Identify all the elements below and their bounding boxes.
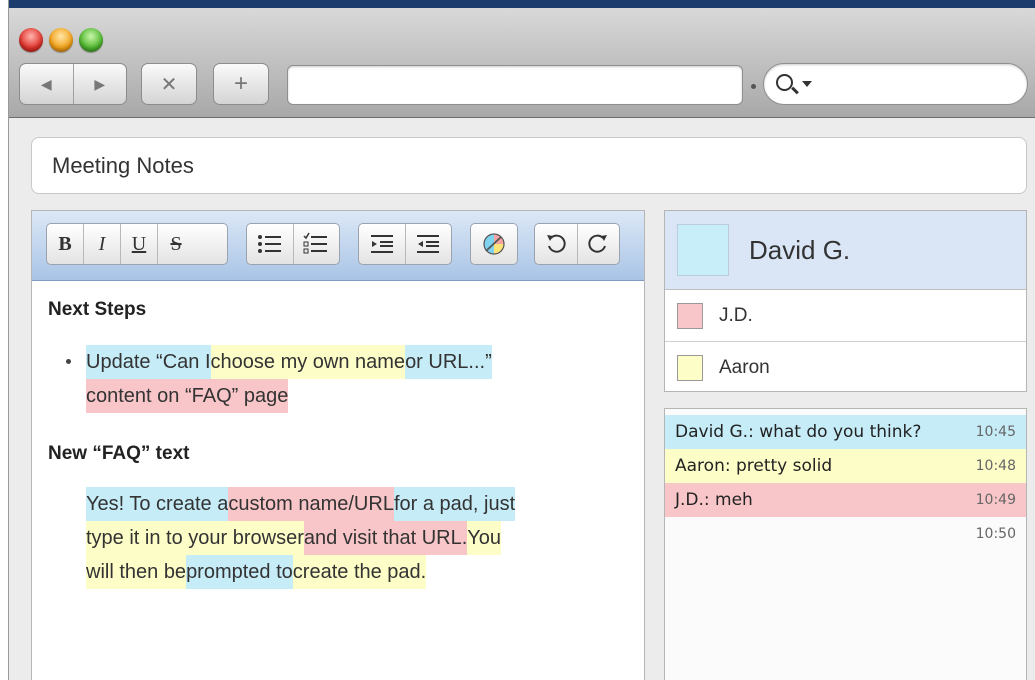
chat-message-text: J.D.: meh — [675, 490, 753, 510]
pad-title: Meeting Notes — [52, 152, 194, 178]
clear-authorship-cell — [471, 224, 517, 264]
chat-message: J.D.: meh 10:49 — [665, 483, 1026, 517]
format-group: B I U S — [46, 223, 228, 265]
stop-icon: ✕ — [160, 73, 178, 96]
user-row-aaron: Aaron — [665, 342, 1026, 393]
user-color-swatch — [677, 354, 703, 381]
user-color-swatch — [677, 303, 703, 329]
chat-message-text: Aaron: pretty solid — [675, 456, 833, 476]
new-tab-button[interactable]: + — [213, 63, 269, 105]
current-user-row[interactable]: David G. — [665, 211, 1026, 290]
authored-text-span: will then be — [86, 555, 187, 589]
chat-message-time: 10:49 — [975, 492, 1016, 508]
outdent-button[interactable] — [406, 224, 452, 264]
bullet-line-1: Update “Can I choose my own name or URL.… — [86, 345, 492, 379]
authored-text-span: choose my own name — [210, 345, 406, 379]
bulleted-list-button[interactable] — [247, 224, 294, 264]
redo-icon — [588, 234, 608, 253]
authored-text-span: create the pad. — [292, 555, 427, 589]
list-group — [246, 223, 340, 265]
underline-icon: U — [131, 232, 147, 255]
authored-text-span: You — [467, 521, 502, 555]
indent-icon — [370, 235, 393, 253]
paragraph-line-3: will then be prompted to create the pad. — [86, 555, 427, 589]
chat-message-time: 10:48 — [975, 458, 1016, 474]
back-arrow-icon: ◀ — [40, 75, 52, 92]
bold-icon: B — [58, 232, 72, 255]
indent-button[interactable] — [359, 224, 406, 264]
user-list: David G. J.D. Aaron — [664, 210, 1027, 392]
chat-message-time: 10:45 — [975, 424, 1016, 440]
address-bar[interactable] — [287, 65, 743, 105]
clear-authorship-button[interactable] — [470, 223, 518, 265]
url-separator — [751, 84, 756, 89]
paragraph-line-2: type it in to your browser and visit tha… — [86, 521, 502, 555]
bold-button[interactable]: B — [47, 224, 84, 264]
pad-title-field[interactable]: Meeting Notes — [31, 137, 1027, 194]
chat-message: Aaron: pretty solid 10:48 — [665, 449, 1026, 483]
indent-group — [358, 223, 452, 265]
forward-button[interactable]: ▶ — [74, 64, 127, 104]
search-dropdown-icon[interactable] — [802, 81, 812, 87]
strikethrough-icon: S — [170, 232, 182, 255]
stop-button[interactable]: ✕ — [141, 63, 197, 105]
user-name: J.D. — [719, 305, 753, 326]
user-row-jd: J.D. — [665, 291, 1026, 342]
close-window-button[interactable] — [19, 28, 43, 52]
authored-text-span: prompted to — [186, 555, 293, 589]
italic-button[interactable]: I — [84, 224, 121, 264]
back-button[interactable]: ◀ — [20, 64, 74, 104]
heading-faq-text: New “FAQ” text — [48, 443, 190, 464]
editor-toolbar: B I U S — [32, 211, 644, 281]
authored-text-span: custom name/URL — [228, 487, 394, 521]
current-user-name[interactable]: David G. — [749, 235, 850, 266]
paragraph-line-1: Yes! To create a custom name/URL for a p… — [86, 487, 516, 521]
forward-arrow-icon: ▶ — [94, 75, 106, 92]
authored-text-span: or URL...” — [405, 345, 492, 379]
authored-text-span: Update “Can I — [86, 345, 211, 379]
bullet-dot — [66, 359, 71, 364]
search-field[interactable] — [763, 63, 1028, 105]
authored-text-span: type it in to your browser — [86, 521, 304, 555]
bulleted-list-icon — [257, 235, 281, 253]
color-wheel-icon — [483, 233, 505, 255]
authored-text-span: content on “FAQ” page — [86, 379, 289, 413]
strikethrough-button[interactable]: S — [158, 224, 194, 264]
plus-icon: + — [233, 70, 248, 97]
checklist-icon — [303, 232, 328, 254]
checklist-button[interactable] — [294, 224, 340, 264]
heading-next-steps: Next Steps — [48, 299, 147, 320]
zoom-window-button[interactable] — [79, 28, 103, 52]
user-name: Aaron — [719, 356, 770, 378]
chat-message: David G.: what do you think? 10:45 — [665, 415, 1026, 449]
browser-window: ◀ ▶ ✕ + Meeting Notes B I U S Next Steps… — [8, 0, 1035, 680]
undo-icon — [546, 234, 566, 253]
browser-toolbar: ◀ ▶ ✕ + — [9, 0, 1035, 118]
authored-text-span: Yes! To create a — [86, 487, 229, 521]
chat-message-time: 10:50 — [975, 526, 1016, 542]
editor-pane: B I U S Next Steps Update “Can Ichoose m… — [31, 210, 645, 680]
underline-button[interactable]: U — [121, 224, 158, 264]
bullet-line-2: content on “FAQ” page — [86, 379, 289, 413]
current-user-color-swatch[interactable] — [677, 224, 729, 276]
back-forward-group: ◀ ▶ — [19, 63, 127, 105]
redo-button[interactable] — [578, 224, 620, 264]
italic-icon: I — [98, 232, 106, 255]
undo-button[interactable] — [535, 224, 578, 264]
search-icon-handle — [791, 86, 799, 95]
authored-text-span: for a pad, just — [393, 487, 516, 521]
chat-panel: David G.: what do you think? 10:45 Aaron… — [664, 408, 1027, 680]
history-group — [534, 223, 620, 265]
minimize-window-button[interactable] — [49, 28, 73, 52]
chat-message-text: David G.: what do you think? — [675, 422, 922, 442]
authored-text-span: and visit that URL. — [303, 521, 468, 555]
outdent-icon — [417, 235, 440, 253]
chat-message: 10:50 — [665, 517, 1026, 551]
